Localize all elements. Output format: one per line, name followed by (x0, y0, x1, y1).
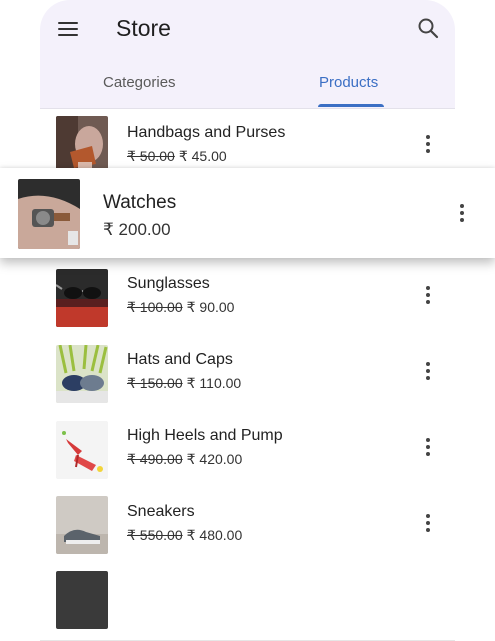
dragged-list-item[interactable]: Watches ₹ 200.00 (0, 168, 495, 258)
product-name: Sneakers (127, 503, 195, 520)
list-item[interactable]: High Heels and Pump ₹ 490.00 ₹ 420.00 (40, 412, 455, 489)
current-price: ₹ 45.00 (178, 148, 227, 164)
product-price: ₹ 200.00 (103, 220, 171, 240)
current-price: ₹ 200.00 (103, 220, 171, 239)
more-vert-icon[interactable] (425, 438, 431, 458)
product-image-handbag (56, 116, 108, 174)
product-price: ₹ 50.00 ₹ 45.00 (127, 148, 227, 165)
more-vert-icon[interactable] (425, 286, 431, 306)
old-price: ₹ 50.00 (127, 148, 175, 164)
current-price: ₹ 420.00 (186, 451, 243, 467)
product-price: ₹ 150.00 ₹ 110.00 (127, 375, 241, 392)
product-image-sunglasses (56, 269, 108, 327)
current-price: ₹ 110.00 (186, 375, 242, 391)
old-price: ₹ 100.00 (127, 299, 183, 315)
product-name: Sunglasses (127, 275, 210, 292)
product-name: High Heels and Pump (127, 427, 283, 444)
old-price: ₹ 550.00 (127, 527, 183, 543)
product-price: ₹ 100.00 ₹ 90.00 (127, 299, 234, 316)
tab-products[interactable]: Products (319, 74, 378, 91)
product-image-partial (56, 571, 108, 629)
list-item[interactable]: Sneakers ₹ 550.00 ₹ 480.00 (40, 488, 455, 565)
current-price: ₹ 480.00 (186, 527, 243, 543)
more-vert-icon[interactable] (425, 362, 431, 382)
list-item[interactable]: Sunglasses ₹ 100.00 ₹ 90.00 (40, 260, 455, 337)
tab-categories[interactable]: Categories (103, 74, 176, 91)
product-image-hats (56, 345, 108, 403)
old-price: ₹ 490.00 (127, 451, 183, 467)
product-name: Handbags and Purses (127, 124, 286, 141)
menu-icon[interactable] (58, 20, 80, 38)
product-image-sneakers (56, 496, 108, 554)
current-price: ₹ 90.00 (186, 299, 235, 315)
page-title: Store (116, 15, 171, 41)
list-item[interactable]: Hats and Caps ₹ 150.00 ₹ 110.00 (40, 336, 455, 413)
more-vert-icon[interactable] (459, 204, 465, 224)
product-name: Watches (103, 192, 177, 213)
product-image-watch (18, 179, 80, 249)
more-vert-icon[interactable] (425, 514, 431, 534)
more-vert-icon[interactable] (425, 135, 431, 155)
product-image-heels (56, 421, 108, 479)
product-price: ₹ 550.00 ₹ 480.00 (127, 527, 242, 544)
old-price: ₹ 150.00 (127, 375, 183, 391)
app-header: Store Categories Products (40, 0, 455, 109)
product-name: Hats and Caps (127, 351, 233, 368)
search-icon[interactable] (416, 16, 442, 42)
tab-indicator (318, 104, 384, 107)
product-price: ₹ 490.00 ₹ 420.00 (127, 451, 242, 468)
list-item[interactable] (40, 564, 455, 641)
